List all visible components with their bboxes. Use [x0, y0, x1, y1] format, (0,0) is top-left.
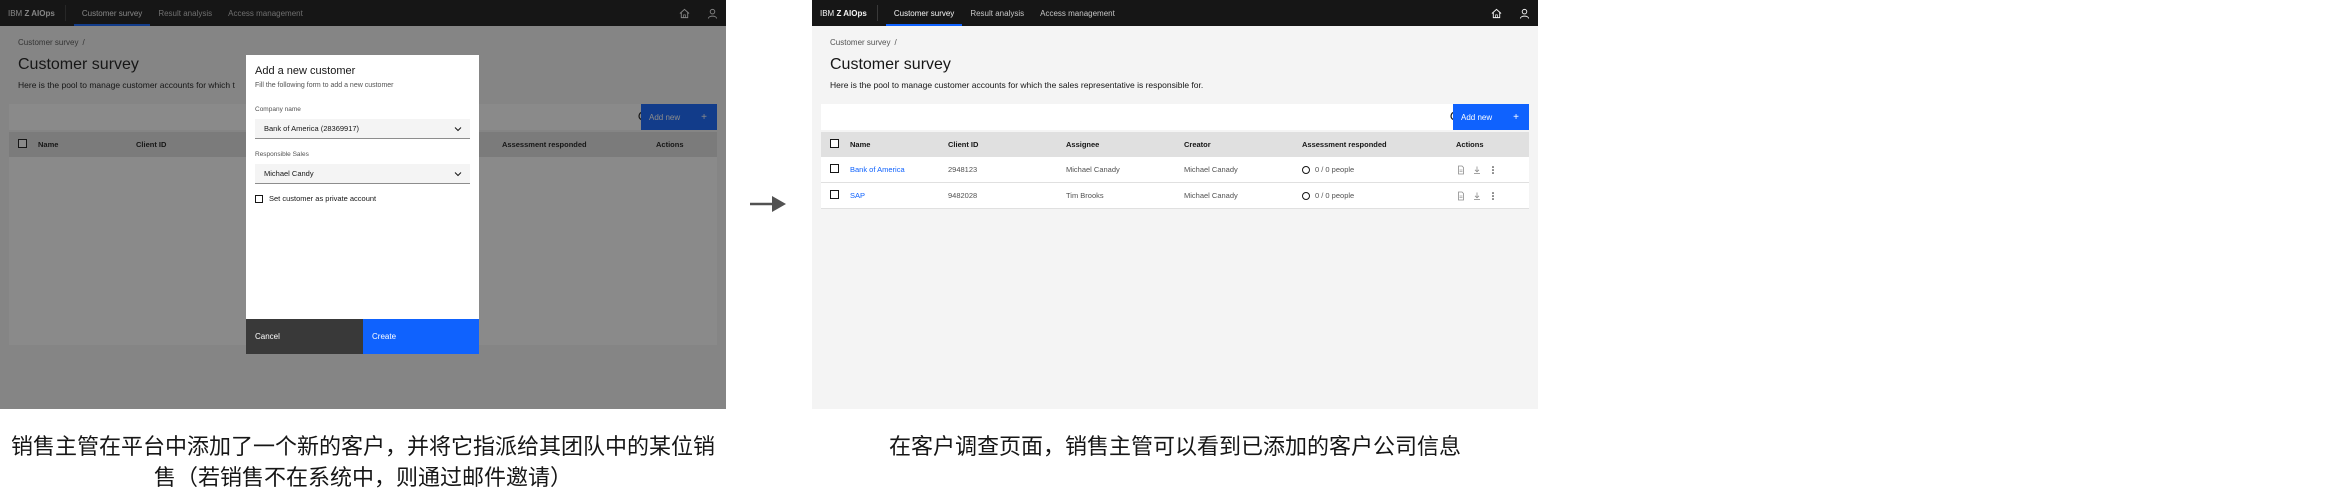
breadcrumb-separator: /	[894, 38, 897, 47]
modal-footer: Cancel Create	[246, 319, 479, 354]
column-name[interactable]: Name	[850, 140, 948, 149]
creator-cell: Michael Canady	[1184, 165, 1238, 174]
assignee-cell: Tim Brooks	[1066, 191, 1104, 200]
company-name-label: Company name	[255, 106, 301, 113]
table-toolbar: Add new +	[821, 104, 1529, 130]
client-id-cell: 2948123	[948, 165, 978, 174]
row-actions	[1456, 165, 1529, 175]
select-all-checkbox[interactable]	[830, 139, 839, 148]
tab-customer-survey[interactable]: Customer survey	[885, 0, 963, 26]
client-id-cell: 9482028	[948, 191, 978, 200]
brand-name: Z AIOps	[836, 8, 867, 18]
overflow-menu-icon[interactable]	[1488, 165, 1498, 175]
assignee-cell: Michael Canady	[1066, 165, 1120, 174]
row-actions	[1456, 191, 1529, 201]
home-icon[interactable]	[1482, 0, 1510, 26]
tab-access-management[interactable]: Access management	[1032, 0, 1123, 26]
add-new-label: Add new	[1461, 112, 1493, 122]
row-checkbox[interactable]	[830, 164, 839, 173]
column-client-id[interactable]: Client ID	[948, 140, 1066, 149]
table-row: SAP 9482028 Tim Brooks Michael Canady 0 …	[821, 183, 1529, 209]
assessment-cell: 0 / 0 people	[1302, 165, 1456, 174]
document-icon[interactable]	[1456, 165, 1466, 175]
private-account-label: Set customer as private account	[269, 194, 377, 203]
page-description: Here is the pool to manage customer acco…	[830, 80, 1204, 90]
company-name-value: Bank of America (28369917)	[264, 124, 360, 133]
create-button[interactable]: Create	[363, 319, 479, 354]
user-icon[interactable]	[1510, 0, 1538, 26]
plus-icon: +	[1513, 111, 1519, 123]
add-new-button[interactable]: Add new +	[1453, 104, 1529, 130]
brand-prefix: IBM	[820, 8, 835, 18]
chevron-down-icon	[454, 172, 462, 177]
modal-title: Add a new customer	[255, 65, 356, 77]
customer-name-link[interactable]: Bank of America	[850, 165, 948, 174]
assessment-value: 0 / 0 people	[1315, 190, 1355, 200]
private-account-option[interactable]: Set customer as private account	[255, 194, 376, 203]
screen-add-customer: IBM Z AIOps Customer survey Result analy…	[0, 0, 726, 409]
column-actions: Actions	[1456, 140, 1484, 149]
breadcrumb-item[interactable]: Customer survey	[830, 38, 890, 47]
page-title: Customer survey	[830, 56, 951, 73]
assessment-cell: 0 / 0 people	[1302, 191, 1456, 200]
storyboard: IBM Z AIOps Customer survey Result analy…	[0, 0, 2333, 492]
caption-left: 销售主管在平台中添加了一个新的客户，并将它指派给其团队中的某位销售（若销售不在系…	[10, 435, 715, 491]
column-assessment[interactable]: Assessment responded	[1302, 140, 1456, 149]
private-account-checkbox[interactable]	[255, 194, 263, 203]
arrow-right-icon	[750, 196, 786, 212]
add-customer-modal: Add a new customer Fill the following fo…	[246, 55, 479, 354]
document-icon[interactable]	[1456, 191, 1466, 201]
cancel-button[interactable]: Cancel	[246, 319, 363, 354]
table-header: Name Client ID Assignee Creator Assessme…	[821, 132, 1529, 157]
column-creator[interactable]: Creator	[1184, 140, 1302, 149]
nav-divider	[876, 5, 878, 21]
top-nav: IBM Z AIOps Customer survey Result analy…	[812, 0, 1538, 26]
creator-cell: Michael Canady	[1184, 191, 1238, 200]
assessment-value: 0 / 0 people	[1315, 164, 1355, 174]
screen-customer-list: IBM Z AIOps Customer survey Result analy…	[812, 0, 1538, 409]
progress-ring-icon	[1302, 166, 1310, 174]
row-checkbox[interactable]	[830, 190, 839, 199]
download-icon[interactable]	[1472, 165, 1482, 175]
responsible-sales-select[interactable]: Michael Candy	[255, 164, 470, 184]
responsible-sales-label: Responsible Sales	[255, 151, 309, 158]
chevron-down-icon	[454, 127, 462, 132]
customer-name-link[interactable]: SAP	[850, 191, 948, 200]
table-row: Bank of America 2948123 Michael Canady M…	[821, 157, 1529, 183]
download-icon[interactable]	[1472, 191, 1482, 201]
progress-ring-icon	[1302, 192, 1310, 200]
company-name-select[interactable]: Bank of America (28369917)	[255, 119, 470, 139]
modal-subtitle: Fill the following form to add a new cus…	[255, 82, 394, 89]
overflow-menu-icon[interactable]	[1488, 191, 1498, 201]
responsible-sales-value: Michael Candy	[264, 169, 314, 178]
tab-result-analysis[interactable]: Result analysis	[962, 0, 1032, 26]
column-assignee[interactable]: Assignee	[1066, 140, 1184, 149]
brand[interactable]: IBM Z AIOps	[812, 9, 877, 18]
caption-right: 在客户调查页面，销售主管可以看到已添加的客户公司信息	[888, 435, 1461, 460]
breadcrumb: Customer survey /	[830, 38, 897, 47]
customer-table: Name Client ID Assignee Creator Assessme…	[821, 132, 1529, 209]
